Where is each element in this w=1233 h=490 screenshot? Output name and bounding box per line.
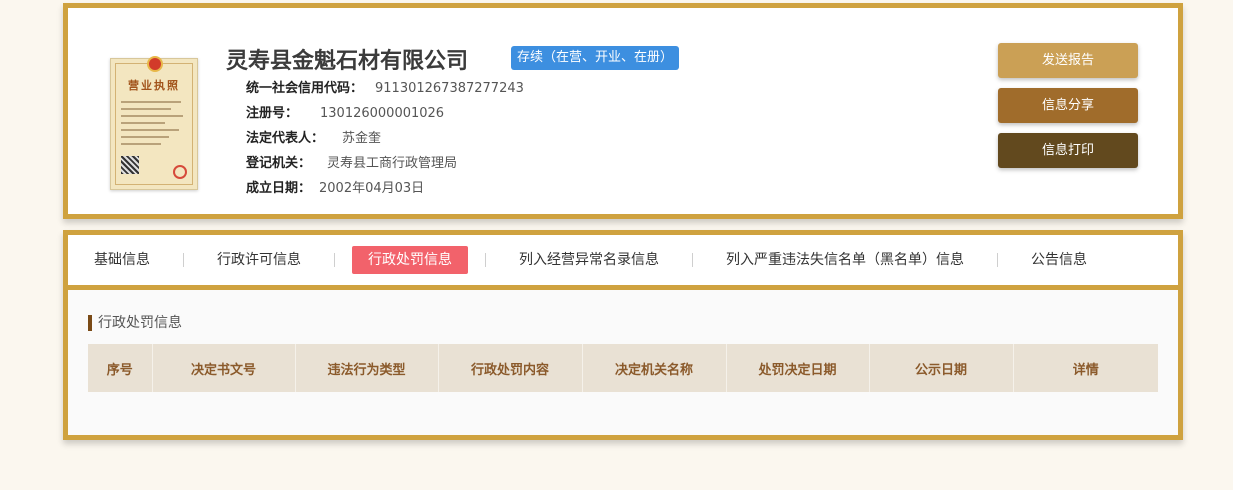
national-emblem-icon bbox=[147, 56, 163, 72]
tab-divider bbox=[485, 253, 486, 267]
print-info-button[interactable]: 信息打印 bbox=[998, 133, 1138, 168]
info-row-legal-rep: 法定代表人： 苏金奎 bbox=[246, 126, 524, 151]
info-value: 灵寿县工商行政管理局 bbox=[327, 156, 458, 171]
info-row-founded: 成立日期： 2002年04月03日 bbox=[246, 176, 524, 201]
info-value: 911301267387277243 bbox=[375, 81, 524, 96]
col-header-index: 序号 bbox=[88, 344, 153, 392]
company-info-card: 营业执照 灵寿县金魁石材有限公司 存续（在营、开业、在册） 统一社会信用代码： 9… bbox=[63, 3, 1183, 219]
col-header-violation-type: 违法行为类型 bbox=[295, 344, 439, 392]
tab-announcements[interactable]: 公告信息 bbox=[1015, 246, 1103, 274]
info-label: 登记机关： bbox=[246, 156, 312, 171]
tab-blacklist[interactable]: 列入严重违法失信名单（黑名单）信息 bbox=[710, 246, 980, 274]
seal-icon bbox=[173, 165, 187, 179]
info-value: 130126000001026 bbox=[320, 106, 445, 121]
col-header-authority: 决定机关名称 bbox=[582, 344, 727, 392]
info-label: 成立日期： bbox=[246, 181, 312, 196]
col-header-publish-date: 公示日期 bbox=[869, 344, 1014, 392]
info-label: 统一社会信用代码： bbox=[246, 81, 364, 96]
info-label: 注册号： bbox=[246, 106, 299, 121]
info-row-authority: 登记机关： 灵寿县工商行政管理局 bbox=[246, 151, 524, 176]
tab-basic-info[interactable]: 基础信息 bbox=[78, 246, 166, 274]
tab-admin-penalty[interactable]: 行政处罚信息 bbox=[352, 246, 468, 274]
tab-divider bbox=[183, 253, 184, 267]
col-header-penalty-content: 行政处罚内容 bbox=[438, 344, 583, 392]
tab-divider bbox=[997, 253, 998, 267]
tab-content-penalty: 行政处罚信息 序号 决定书文号 违法行为类型 行政处罚内容 决定机关名称 处罚决… bbox=[68, 290, 1178, 435]
tab-bar: 基础信息 行政许可信息 行政处罚信息 列入经营异常名录信息 列入严重违法失信名单… bbox=[68, 235, 1178, 290]
qr-code-icon bbox=[121, 156, 139, 174]
license-title: 营业执照 bbox=[128, 79, 180, 92]
info-value: 2002年04月03日 bbox=[319, 181, 425, 196]
tab-divider bbox=[334, 253, 335, 267]
section-title: 行政处罚信息 bbox=[88, 315, 182, 331]
tab-divider bbox=[692, 253, 693, 267]
license-text-lines bbox=[121, 101, 187, 150]
tab-abnormal-list[interactable]: 列入经营异常名录信息 bbox=[503, 246, 675, 274]
send-report-button[interactable]: 发送报告 bbox=[998, 43, 1138, 78]
table-header-row: 序号 决定书文号 违法行为类型 行政处罚内容 决定机关名称 处罚决定日期 公示日… bbox=[88, 344, 1158, 392]
info-value: 苏金奎 bbox=[342, 131, 382, 146]
info-label: 法定代表人： bbox=[246, 131, 325, 146]
details-card: 基础信息 行政许可信息 行政处罚信息 列入经营异常名录信息 列入严重违法失信名单… bbox=[63, 230, 1183, 440]
business-license-thumbnail[interactable]: 营业执照 bbox=[110, 56, 198, 190]
company-info-list: 统一社会信用代码： 911301267387277243 注册号： 13012600… bbox=[246, 76, 524, 201]
col-header-decision-no: 决定书文号 bbox=[152, 344, 296, 392]
col-header-details: 详情 bbox=[1013, 344, 1158, 392]
info-row-credit-code: 统一社会信用代码： 911301267387277243 bbox=[246, 76, 524, 101]
info-row-reg-number: 注册号： 130126000001026 bbox=[246, 101, 524, 126]
penalty-table: 序号 决定书文号 违法行为类型 行政处罚内容 决定机关名称 处罚决定日期 公示日… bbox=[88, 344, 1158, 392]
company-name: 灵寿县金魁石材有限公司 bbox=[226, 49, 469, 74]
tab-admin-license[interactable]: 行政许可信息 bbox=[201, 246, 317, 274]
share-info-button[interactable]: 信息分享 bbox=[998, 88, 1138, 123]
status-badge: 存续（在营、开业、在册） bbox=[511, 46, 680, 70]
col-header-decision-date: 处罚决定日期 bbox=[726, 344, 870, 392]
